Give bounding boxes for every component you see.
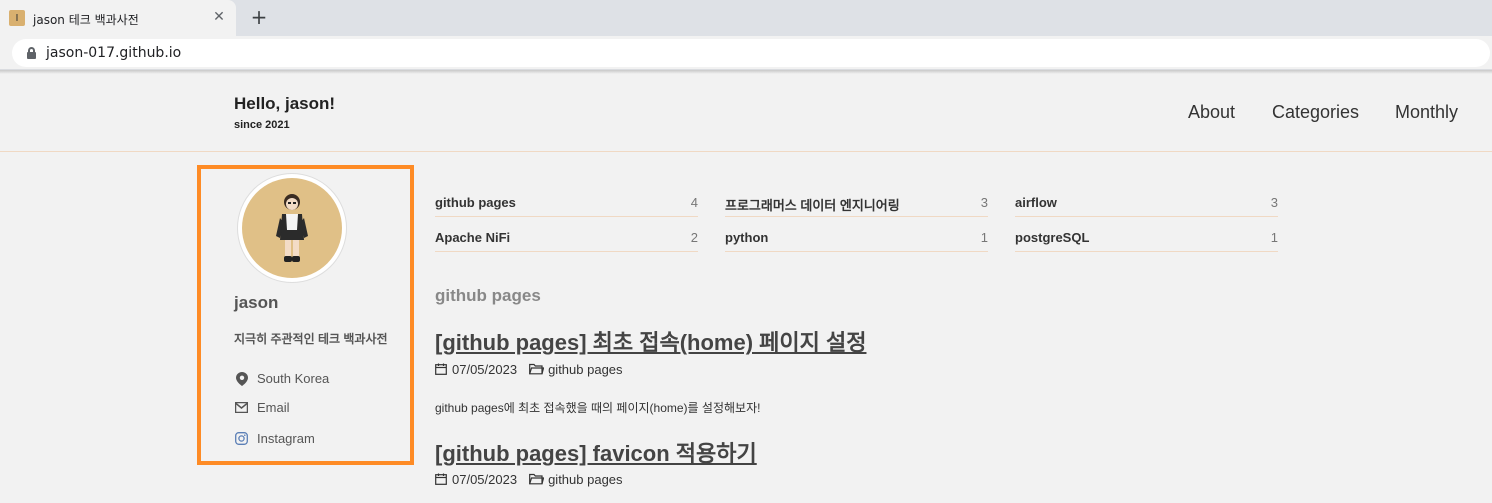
post-category-link[interactable]: github pages <box>548 472 622 487</box>
category-item[interactable]: airflow 3 <box>1015 191 1278 217</box>
lock-icon[interactable] <box>27 47 36 59</box>
site-header: Hello, jason! since 2021 About Categorie… <box>0 74 1492 152</box>
category-name[interactable]: Apache NiFi <box>435 230 510 245</box>
category-item[interactable]: python 1 <box>725 226 988 252</box>
avatar-illustration-icon <box>276 194 308 262</box>
email-link[interactable]: Email <box>234 400 290 415</box>
category-item[interactable]: Apache NiFi 2 <box>435 226 698 252</box>
site-subtitle: since 2021 <box>234 119 290 131</box>
instagram-link[interactable]: Instagram <box>234 431 315 446</box>
category-name[interactable]: python <box>725 230 768 245</box>
post-category-link[interactable]: github pages <box>548 362 622 377</box>
avatar <box>237 173 347 283</box>
author-sidebar: jason 지극히 주관적인 테크 백과사전 South Korea Email… <box>197 165 414 465</box>
post-title-link[interactable]: [github pages] favicon 적용하기 <box>435 436 757 468</box>
category-name[interactable]: airflow <box>1015 195 1057 210</box>
post-date: 07/05/2023 <box>452 362 518 377</box>
nav-monthly[interactable]: Monthly <box>1395 102 1458 123</box>
post-meta: 07/05/2023 github pages <box>435 362 623 377</box>
map-marker-icon <box>234 371 249 386</box>
post-title-link[interactable]: [github pages] 최초 접속(home) 페이지 설정 <box>435 325 866 357</box>
nav-categories[interactable]: Categories <box>1272 102 1359 123</box>
category-count: 1 <box>1270 230 1278 245</box>
author-name: jason <box>234 293 279 312</box>
category-name[interactable]: 프로그래머스 데이터 엔지니어링 <box>725 195 900 214</box>
location-label: South Korea <box>257 371 330 386</box>
category-count: 4 <box>690 195 698 210</box>
nav-about[interactable]: About <box>1188 102 1235 123</box>
post-date: 07/05/2023 <box>452 472 518 487</box>
post-excerpt: github pages에 최초 접속했을 때의 페이지(home)를 설정해보… <box>435 401 761 415</box>
category-name[interactable]: postgreSQL <box>1015 230 1089 245</box>
url-text[interactable]: jason-017.github.io <box>46 45 181 61</box>
instagram-icon <box>234 431 249 446</box>
calendar-icon <box>435 473 448 486</box>
instagram-label[interactable]: Instagram <box>257 431 315 446</box>
browser-tabstrip: Ⅰ jason 테크 백과사전 ✕ + <box>0 0 1492 36</box>
site-title[interactable]: Hello, jason! <box>234 94 335 114</box>
post-meta: 07/05/2023 github pages <box>435 472 623 487</box>
author-bio: 지극히 주관적인 테크 백과사전 <box>234 332 388 346</box>
favicon-icon: Ⅰ <box>9 10 25 26</box>
envelope-icon <box>234 400 249 415</box>
category-item[interactable]: postgreSQL 1 <box>1015 226 1278 252</box>
category-count: 3 <box>1270 195 1278 210</box>
address-bar: jason-017.github.io <box>0 36 1492 70</box>
category-item[interactable]: 프로그래머스 데이터 엔지니어링 3 <box>725 191 988 217</box>
category-count: 3 <box>980 195 988 210</box>
avatar-image <box>242 178 342 278</box>
category-count: 2 <box>690 230 698 245</box>
location-link: South Korea <box>234 371 329 386</box>
folder-icon <box>529 363 545 376</box>
email-label[interactable]: Email <box>257 400 290 415</box>
category-count: 1 <box>980 230 988 245</box>
folder-icon <box>529 473 545 486</box>
browser-tab[interactable]: Ⅰ jason 테크 백과사전 ✕ <box>0 0 236 36</box>
new-tab-button[interactable]: + <box>248 6 270 28</box>
tab-title: jason 테크 백과사전 <box>33 13 139 27</box>
omnibox[interactable]: jason-017.github.io <box>12 39 1490 67</box>
category-item[interactable]: github pages 4 <box>435 191 698 217</box>
category-name[interactable]: github pages <box>435 195 516 210</box>
section-title: github pages <box>435 286 541 305</box>
calendar-icon <box>435 363 448 376</box>
close-tab-icon[interactable]: ✕ <box>210 8 228 26</box>
